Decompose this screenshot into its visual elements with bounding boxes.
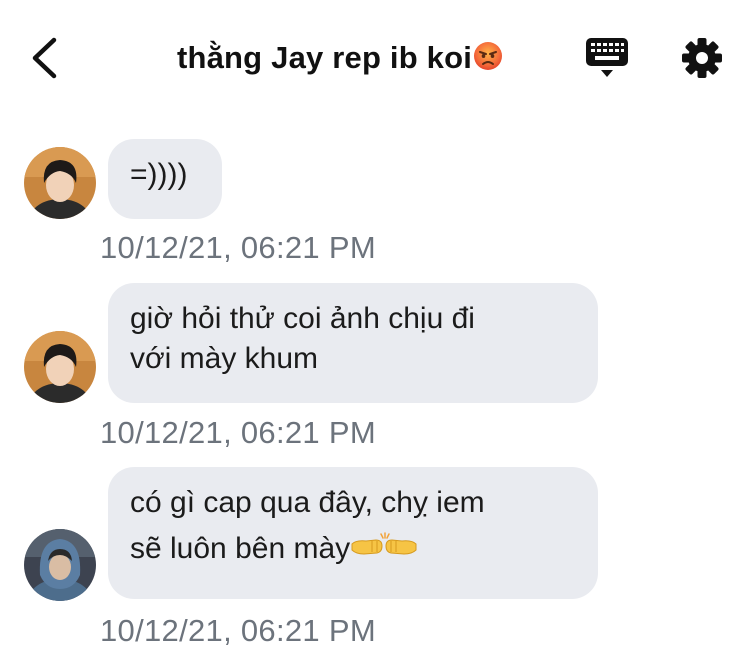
message-bubble[interactable]: giờ hỏi thử coi ảnh chịu đi với mày khum	[108, 283, 598, 403]
avatar[interactable]	[24, 331, 96, 403]
message-timestamp: 10/12/21, 06:21 PM	[100, 230, 376, 265]
chat-header: thằng Jay rep ib koi	[0, 0, 750, 120]
message-timestamp: 10/12/21, 06:21 PM	[100, 613, 376, 648]
keyboard-button[interactable]	[584, 36, 630, 80]
angry-face-emoji-icon	[474, 41, 503, 70]
person-avatar-icon	[24, 529, 96, 601]
person-avatar-icon	[24, 331, 96, 403]
message-text-line: với mày khum	[130, 342, 319, 375]
message-timestamp: 10/12/21, 06:21 PM	[100, 415, 376, 450]
chevron-left-icon	[32, 37, 57, 79]
message-text-line: có gì cap qua đây, chỵ iem	[130, 486, 485, 519]
fist-bump-emoji-icon	[351, 532, 417, 555]
chat-screen: thằng Jay rep ib koi =)))) 10/12/21, 06:…	[0, 0, 750, 650]
keyboard-icon	[586, 38, 628, 77]
message-text-fragment: sẽ luôn bên mày	[130, 532, 351, 565]
avatar[interactable]	[24, 147, 96, 219]
conversation-title-text: thằng Jay rep ib koi	[176, 39, 473, 75]
message-bubble[interactable]: =))))	[108, 139, 222, 219]
message-text-line: sẽ luôn bên mày	[130, 529, 576, 569]
back-button[interactable]	[24, 34, 68, 82]
message-text-line: giờ hỏi thử coi ảnh chịu đi	[130, 302, 475, 335]
gear-icon	[682, 38, 722, 78]
conversation-title[interactable]: thằng Jay rep ib koi	[130, 38, 550, 76]
settings-button[interactable]	[680, 36, 724, 80]
avatar[interactable]	[24, 529, 96, 601]
message-bubble[interactable]: có gì cap qua đây, chỵ iem sẽ luôn bên m…	[108, 467, 598, 599]
message-text: =))))	[130, 158, 188, 191]
person-avatar-icon	[24, 147, 96, 219]
